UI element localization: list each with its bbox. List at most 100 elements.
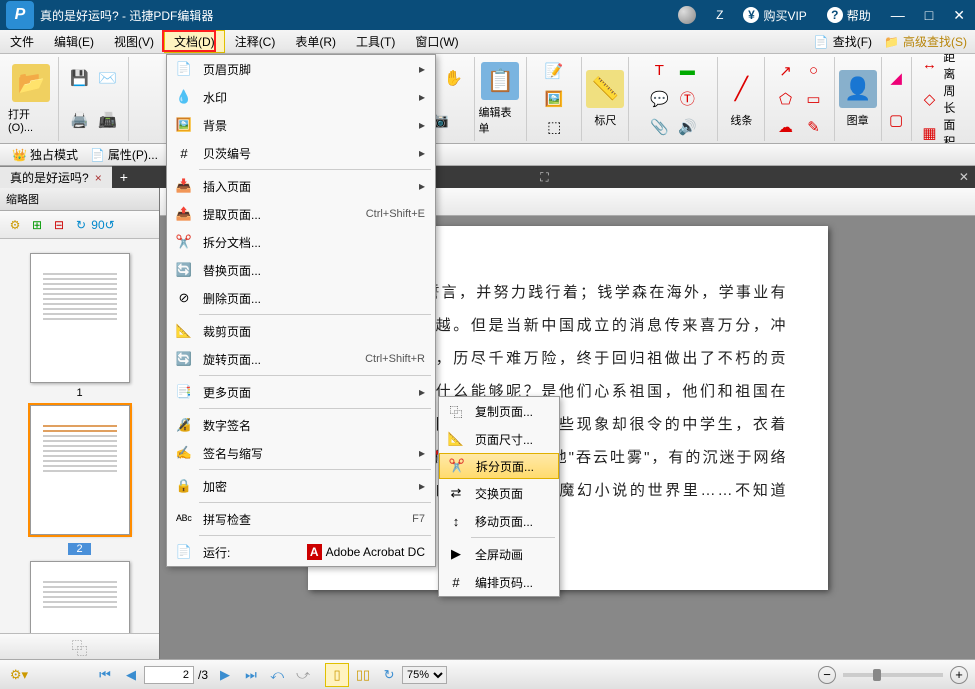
last-page-icon[interactable]: ⏭ (239, 663, 263, 687)
docmenu-item[interactable]: ✂️拆分文档... (167, 228, 435, 256)
menu-annotation[interactable]: 注释(C) (225, 30, 286, 53)
mail-icon[interactable]: ✉️ (95, 65, 121, 91)
stamp-group[interactable]: 👤 图章 (835, 57, 882, 141)
menu-tool[interactable]: 工具(T) (346, 30, 405, 53)
tab-expand-icon[interactable]: ⛶ (534, 170, 554, 185)
menu-edit[interactable]: 编辑(E) (44, 30, 104, 53)
help-button[interactable]: ?帮助 (817, 0, 881, 30)
polygon-icon[interactable]: ⬠ (773, 86, 799, 112)
thumb-page-2[interactable] (30, 405, 130, 535)
adv-search-button[interactable]: 📁高级查找(S) (880, 33, 975, 50)
open-group[interactable]: 📂 打开(O)... (4, 57, 59, 141)
docmenu-item[interactable]: 🖼️背景▸ (167, 111, 435, 139)
menu-view[interactable]: 视图(V) (104, 30, 164, 53)
thumb-gear-icon[interactable]: ⚙ (5, 215, 25, 235)
new-tab-button[interactable]: + (112, 169, 136, 185)
docmenu-item[interactable]: 🔄替换页面... (167, 256, 435, 284)
perimeter-icon[interactable]: ◇ (917, 86, 943, 112)
submenu-item[interactable]: ↕移动页面... (439, 507, 559, 535)
thumbnail-list[interactable]: 1 2 3 (0, 239, 159, 633)
docmenu-item[interactable]: ⊘删除页面... (167, 284, 435, 312)
zoom-out-icon[interactable]: − (818, 666, 836, 684)
zoom-in-status-icon[interactable]: + (950, 666, 968, 684)
tab-close-icon[interactable]: × (95, 171, 102, 185)
distance-icon[interactable]: ↔ (917, 54, 943, 78)
thumb-page-3[interactable] (30, 561, 130, 633)
tab-x-icon[interactable]: ✕ (953, 170, 975, 184)
search-button[interactable]: 📄查找(F) (810, 33, 880, 50)
docmenu-item[interactable]: 📄运行:AAdobe Acrobat DC (167, 538, 435, 566)
sound-icon[interactable]: 🔊 (674, 114, 700, 140)
docmenu-item[interactable]: 💧水印▸ (167, 83, 435, 111)
properties-button[interactable]: 📄属性(P)... (84, 146, 164, 163)
zoom-select[interactable]: 75% (402, 666, 447, 684)
highlight-icon[interactable]: ▬ (674, 58, 700, 84)
docmenu-item[interactable]: #贝茨编号▸ (167, 139, 435, 167)
user-label[interactable]: Z (706, 0, 733, 30)
exclusive-mode-button[interactable]: 👑独占模式 (6, 146, 84, 163)
document-tab[interactable]: 真的是好运吗?× (0, 166, 112, 188)
attach-icon[interactable]: 📎 (646, 114, 672, 140)
menu-file[interactable]: 文件 (0, 30, 44, 53)
ruler-group[interactable]: 📏 标尺 (582, 57, 629, 141)
submenu-item[interactable]: ✂️拆分页面... (439, 453, 559, 479)
layout-single-icon[interactable]: ▯ (325, 663, 349, 687)
note-icon[interactable]: 💬 (646, 86, 672, 112)
save-icon[interactable]: 💾 (67, 65, 93, 91)
docmenu-item[interactable]: 📐裁剪页面 (167, 317, 435, 345)
pencil-icon[interactable]: ✎ (801, 114, 827, 140)
menu-document[interactable]: 文档(D) (164, 30, 225, 53)
rotate-view-icon[interactable]: ↻ (377, 663, 401, 687)
thumb-add-icon[interactable]: ⊞ (27, 215, 47, 235)
image-icon[interactable]: 🖼️ (541, 86, 567, 112)
docmenu-item[interactable]: 📤提取页面...Ctrl+Shift+E (167, 200, 435, 228)
cloud-icon[interactable]: ☁ (773, 114, 799, 140)
docmenu-item[interactable]: 📄页眉页脚▸ (167, 55, 435, 83)
submenu-item[interactable]: ▶全屏动画 (439, 540, 559, 568)
docmenu-item[interactable]: 🔄旋转页面...Ctrl+Shift+R (167, 345, 435, 373)
maximize-button[interactable]: □ (915, 0, 943, 30)
rect-icon[interactable]: ▭ (801, 86, 827, 112)
zoom-slider[interactable] (843, 673, 943, 677)
docmenu-item[interactable]: 📥插入页面▸ (167, 172, 435, 200)
submenu-item[interactable]: 📐页面尺寸... (439, 425, 559, 453)
docmenu-item[interactable]: 🔏数字签名 (167, 411, 435, 439)
scan-icon[interactable]: 📠 (95, 107, 121, 133)
status-gear-icon[interactable]: ⚙▾ (7, 663, 31, 687)
circle-icon[interactable]: ○ (801, 58, 827, 84)
thumb-page-1[interactable] (30, 253, 130, 383)
docmenu-item[interactable]: 🔒加密▸ (167, 472, 435, 500)
first-page-icon[interactable]: ⏮ (93, 663, 117, 687)
menu-window[interactable]: 窗口(W) (405, 30, 468, 53)
textedit-icon[interactable]: Ⓣ (674, 86, 700, 112)
menu-form[interactable]: 表单(R) (285, 30, 346, 53)
nav-back-icon[interactable]: ⤺ (265, 663, 289, 687)
nav-fwd-icon[interactable]: ⤻ (291, 663, 315, 687)
submenu-item[interactable]: ⇄交换页面 (439, 479, 559, 507)
thumb-del-icon[interactable]: ⊟ (49, 215, 69, 235)
copy-pages-icon[interactable]: ⿻ (71, 635, 87, 659)
area-icon[interactable]: ▦ (917, 120, 943, 145)
thumb-rotate2-icon[interactable]: 90↺ (93, 215, 113, 235)
thumb-rotate-icon[interactable]: ↻ (71, 215, 91, 235)
docmenu-item[interactable]: ᴬᴮᶜ拼写检查F7 (167, 505, 435, 533)
text-icon[interactable]: 📝 (541, 58, 567, 84)
lines-group[interactable]: ╱ 线条 (718, 57, 765, 141)
prev-page-icon[interactable]: ◀ (119, 663, 143, 687)
submenu-item[interactable]: #编排页码... (439, 568, 559, 596)
select-shape-icon[interactable]: ▢ (887, 107, 906, 133)
edit-form-group[interactable]: 📋 编辑表单 (475, 57, 527, 141)
next-page-icon[interactable]: ▶ (213, 663, 237, 687)
barcode-icon[interactable]: ⬚ (541, 114, 567, 140)
page-input[interactable] (144, 666, 194, 684)
docmenu-item[interactable]: ✍️签名与缩写▸ (167, 439, 435, 467)
hand-icon[interactable]: ✋ (440, 65, 466, 91)
minimize-button[interactable]: — (881, 0, 915, 30)
layout-cont-icon[interactable]: ▯▯ (351, 663, 375, 687)
close-button[interactable]: ✕ (943, 0, 975, 30)
print-icon[interactable]: 🖨️ (67, 107, 93, 133)
docmenu-item[interactable]: 📑更多页面▸ (167, 378, 435, 406)
arrow-shape-icon[interactable]: ↗ (773, 58, 799, 84)
submenu-item[interactable]: ⿻复制页面... (439, 397, 559, 425)
textbox-icon[interactable]: T (646, 58, 672, 84)
